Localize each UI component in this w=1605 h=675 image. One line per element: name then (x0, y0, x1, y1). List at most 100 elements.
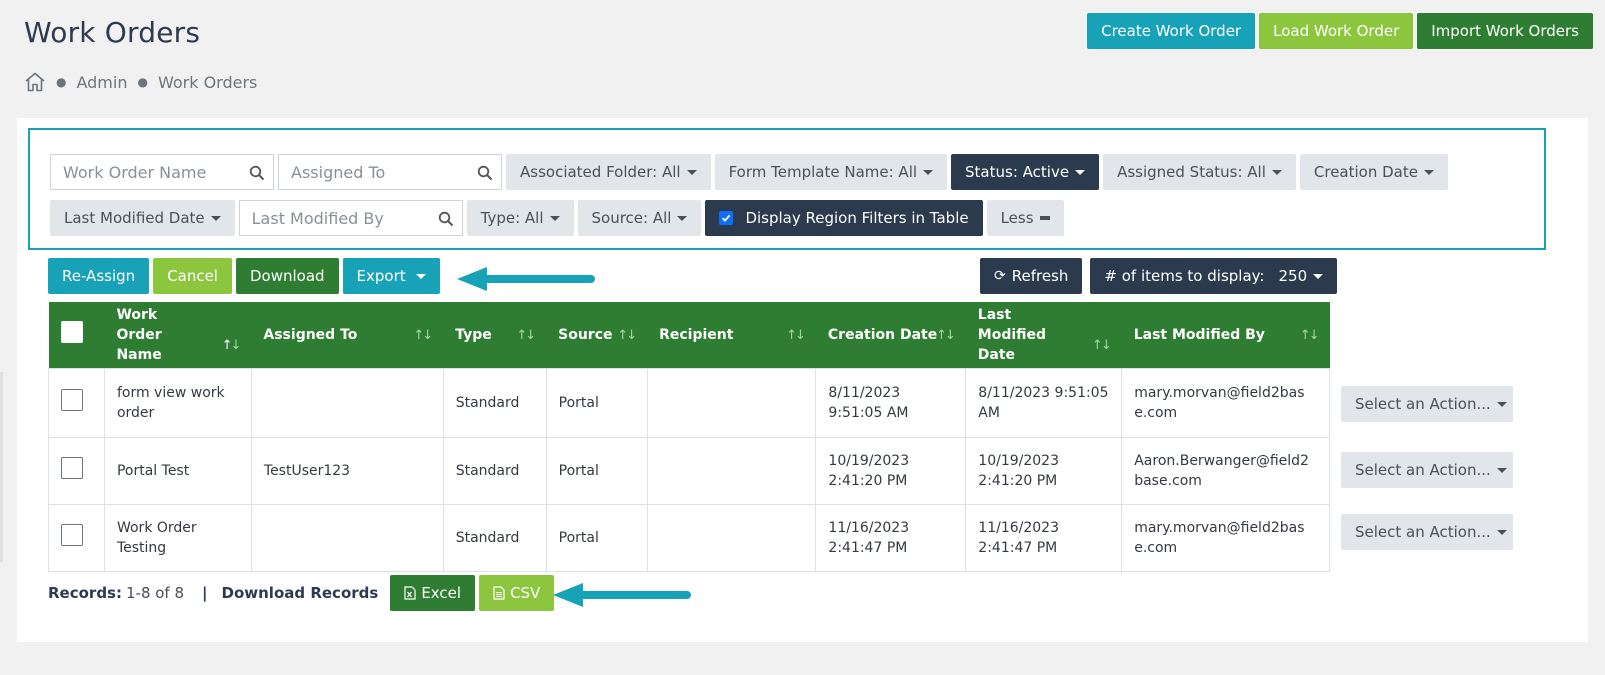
column-header-last-modified-date[interactable]: Last Modified Date ↑↓ (965, 302, 1122, 368)
cell-last-modified-by: mary.morvan@field2base.com (1121, 367, 1330, 438)
cell-last-modified-date: 11/16/2023 2:41:47 PM (965, 503, 1123, 572)
caret-down-icon (677, 215, 688, 221)
last-modified-by-field[interactable] (238, 200, 463, 236)
csv-file-icon (493, 586, 505, 600)
caret-down-icon (1075, 169, 1086, 175)
footer-separator: | (202, 584, 208, 602)
excel-file-icon (404, 586, 416, 600)
row-checkbox[interactable] (61, 388, 83, 411)
caret-down-icon (686, 169, 697, 175)
cancel-button[interactable]: Cancel (153, 258, 232, 294)
assigned-to-input[interactable] (279, 155, 501, 189)
arrow-indicator-icon (553, 583, 691, 607)
row-action-dropdown[interactable]: Select an Action... (1341, 386, 1513, 422)
bulk-action-toolbar: Re-Assign Cancel Download Export (48, 258, 440, 294)
caret-down-icon (1496, 467, 1507, 473)
items-per-page-dropdown[interactable]: # of items to display: 250 (1090, 258, 1338, 294)
top-actions: Create Work Order Load Work Order Import… (1087, 13, 1593, 49)
refresh-icon: ⟳ (994, 268, 1006, 284)
breadcrumb-work-orders: Work Orders (157, 72, 258, 92)
column-header-recipient[interactable]: Recipient ↑↓ (647, 302, 816, 368)
cell-work-order-name[interactable]: Work Order Testing (103, 503, 252, 572)
cell-work-order-name[interactable]: Portal Test (103, 436, 252, 505)
form-template-dropdown[interactable]: Form Template Name: All (714, 154, 948, 190)
row-select-cell (48, 436, 105, 505)
cell-assigned-to: TestUser123 (250, 436, 444, 505)
sort-icon[interactable]: ↑↓ (1092, 336, 1112, 356)
display-region-filters-toggle[interactable]: Display Region Filters in Table (705, 200, 983, 236)
row-action-dropdown[interactable]: Select an Action... (1341, 514, 1513, 550)
cell-assigned-to (250, 503, 444, 572)
column-header-last-modified-by[interactable]: Last Modified By ↑↓ (1121, 302, 1330, 368)
sort-icon[interactable]: ↑↓ (222, 336, 242, 356)
column-header-creation-date[interactable]: Creation Date ↑↓ (815, 302, 966, 368)
associated-folder-dropdown[interactable]: Associated Folder: All (506, 154, 711, 190)
type-dropdown[interactable]: Type: All (466, 200, 574, 236)
row-action-container: Select an Action... (1341, 452, 1513, 488)
table-row: form view work order Standard Portal 8/1… (48, 367, 1330, 438)
work-order-name-input[interactable] (51, 155, 273, 189)
breadcrumb-admin[interactable]: Admin (76, 73, 127, 92)
sort-icon[interactable]: ↑↓ (1300, 326, 1320, 346)
row-action-dropdown[interactable]: Select an Action... (1341, 452, 1513, 488)
row-checkbox[interactable] (61, 523, 83, 546)
sort-icon[interactable]: ↑↓ (936, 326, 956, 346)
sort-icon[interactable]: ↑↓ (516, 326, 536, 346)
download-button[interactable]: Download (235, 258, 339, 294)
cell-creation-date: 11/16/2023 2:41:47 PM (815, 503, 967, 572)
select-all-checkbox[interactable] (60, 320, 83, 343)
reassign-button[interactable]: Re-Assign (48, 258, 150, 294)
caret-down-icon (923, 169, 934, 175)
cell-type: Standard (442, 503, 547, 572)
caret-down-icon (1313, 273, 1324, 279)
refresh-button[interactable]: ⟳ Refresh (980, 258, 1083, 294)
create-work-order-button[interactable]: Create Work Order (1087, 13, 1256, 49)
page-title: Work Orders (24, 16, 201, 49)
cell-source: Portal (545, 503, 648, 572)
cell-source: Portal (545, 436, 648, 505)
sort-icon[interactable]: ↑↓ (786, 326, 806, 346)
last-modified-by-input[interactable] (239, 201, 462, 235)
sort-icon[interactable]: ↑↓ (413, 326, 433, 346)
export-dropdown[interactable]: Export (342, 258, 440, 294)
excel-download-button[interactable]: Excel (390, 575, 476, 611)
csv-download-button[interactable]: CSV (479, 575, 555, 611)
cell-work-order-name[interactable]: form view work order (103, 367, 252, 438)
home-icon[interactable] (24, 72, 46, 92)
assigned-to-field[interactable] (278, 154, 502, 190)
table-tools: ⟳ Refresh # of items to display: 250 (980, 258, 1338, 294)
column-header-type[interactable]: Type ↑↓ (443, 302, 547, 368)
work-order-name-field[interactable] (50, 154, 274, 190)
source-dropdown[interactable]: Source: All (577, 200, 702, 236)
column-header-work-order-name[interactable]: Work Order Name ↑↓ (104, 302, 252, 368)
cell-source: Portal (545, 367, 648, 438)
import-work-orders-button[interactable]: Import Work Orders (1417, 13, 1593, 49)
row-select-cell (48, 367, 105, 438)
cell-recipient (646, 503, 817, 572)
assigned-status-dropdown[interactable]: Assigned Status: All (1103, 154, 1296, 190)
cell-last-modified-by: Aaron.Berwanger@field2base.com (1121, 436, 1330, 505)
caret-down-icon (415, 273, 426, 279)
caret-down-icon (210, 215, 221, 221)
select-all-header (48, 302, 105, 368)
row-action-container: Select an Action... (1341, 386, 1513, 422)
column-header-source[interactable]: Source ↑↓ (546, 302, 648, 368)
cell-last-modified-date: 8/11/2023 9:51:05 AM (965, 367, 1123, 438)
caret-down-icon (1423, 169, 1434, 175)
status-dropdown[interactable]: Status: Active (951, 154, 1100, 190)
last-modified-date-dropdown[interactable]: Last Modified Date (50, 200, 235, 236)
table-header-row: Work Order Name ↑↓ Assigned To ↑↓ Type ↑↓ S… (48, 302, 1330, 368)
column-header-assigned-to[interactable]: Assigned To ↑↓ (251, 302, 444, 368)
creation-date-dropdown[interactable]: Creation Date (1299, 154, 1448, 190)
less-filters-button[interactable]: Less (986, 200, 1064, 236)
load-work-order-button[interactable]: Load Work Order (1259, 13, 1414, 49)
checkbox-checked-icon[interactable] (719, 211, 734, 225)
cell-creation-date: 8/11/2023 9:51:05 AM (815, 367, 967, 438)
records-count: 1-8 of 8 (125, 584, 185, 602)
caret-down-icon (1496, 529, 1507, 535)
cell-assigned-to (250, 367, 444, 438)
sort-icon[interactable]: ↑↓ (617, 326, 637, 346)
caret-down-icon (1271, 169, 1282, 175)
filter-panel: Associated Folder: All Form Template Nam… (28, 128, 1546, 250)
row-checkbox[interactable] (61, 456, 83, 479)
